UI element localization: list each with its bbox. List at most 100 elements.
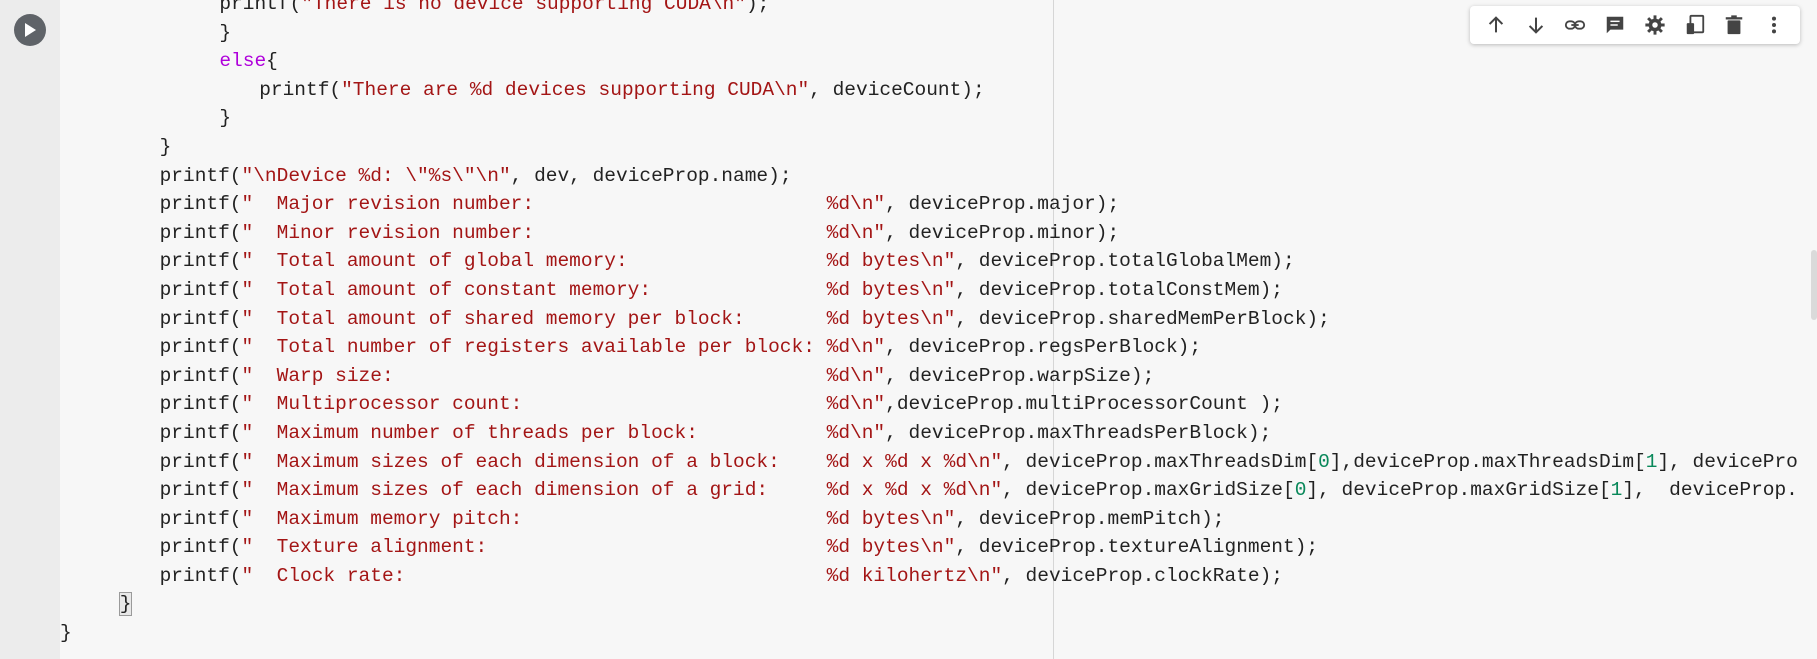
run-cell-button[interactable] [14,14,46,46]
code-line[interactable]: printf(" Maximum sizes of each dimension… [60,476,1798,505]
more-button[interactable] [1757,8,1791,42]
cell-gutter [0,0,60,659]
mirror-cell-icon [1686,14,1704,35]
code-token-plain: , deviceProp.textureAlignment); [955,536,1319,559]
code-token-plain: ],deviceProp.maxThreadsDim[ [1329,450,1646,473]
code-token-plain: , deviceProp.warpSize); [885,364,1155,387]
comment-icon [1606,16,1624,34]
code-token-plain: printf( [219,0,302,15]
link-button[interactable] [1558,8,1592,42]
code-line[interactable]: printf(" Total number of registers avail… [60,333,1798,362]
code-token-plain: printf( [159,393,242,416]
code-token-plain: printf( [159,450,242,473]
scrollbar[interactable] [1811,250,1817,320]
code-token-str: " Total number of registers available pe… [241,336,886,359]
code-token-plain: printf( [159,250,242,273]
code-token-plain: , deviceProp.maxThreadsDim[ [1002,450,1319,473]
code-token-plain: printf( [159,278,242,301]
code-line[interactable]: printf(" Multiprocessor count: %d\n",dev… [60,390,1798,419]
code-token-str: " Maximum memory pitch: %d bytes\n" [241,507,956,530]
code-token-num: 0 [1318,450,1330,473]
code-token-str: "There is no device supporting CUDA\n" [301,0,746,15]
code-token-plain: printf( [159,164,242,187]
code-token-num: 1 [1610,479,1623,502]
code-token-plain: ); [745,0,770,15]
code-token-plain: , deviceProp.maxThreadsPerBlock); [885,421,1272,444]
code-line[interactable]: printf(" Major revision number: %d\n", d… [60,190,1798,219]
code-token-plain: , deviceProp.regsPerBlock); [885,336,1202,359]
code-line[interactable]: printf("There are %d devices supporting … [60,76,1798,105]
move-up-button[interactable] [1479,8,1513,42]
code-token-num: 0 [1294,479,1307,502]
code-line[interactable]: else{ [60,47,1798,76]
code-token-plain: printf( [159,564,242,587]
code-token-str: " Texture alignment: %d bytes\n" [241,536,956,559]
code-token-plain: , deviceProp.totalGlobalMem); [955,250,1295,273]
code-line[interactable]: printf(" Total amount of constant memory… [60,276,1798,305]
code-token-plain: printf( [159,193,242,216]
code-token-str: " Minor revision number: %d\n" [241,221,886,244]
code-line[interactable]: printf("\nDevice %d: \"%s\"\n", dev, dev… [60,162,1798,191]
link-icon [1565,20,1586,30]
code-line[interactable]: } [60,133,1798,162]
code-line[interactable]: printf(" Warp size: %d\n", deviceProp.wa… [60,362,1798,391]
comment-button[interactable] [1598,8,1632,42]
code-token-plain: printf( [159,336,242,359]
code-line[interactable]: } [60,590,1798,619]
code-content[interactable]: printf("There is no device supporting CU… [60,0,1798,648]
arrow-down-icon [1528,17,1543,34]
code-token-plain: ], deviceProp.maxGridSize[ [1306,479,1611,502]
play-icon [25,23,36,37]
code-token-plain: } [60,622,72,645]
code-line[interactable]: } [60,104,1798,133]
code-line[interactable]: printf(" Texture alignment: %d bytes\n",… [60,533,1798,562]
code-token-str: " Major revision number: %d\n" [241,193,886,216]
code-token-str: " Maximum number of threads per block: %… [241,421,886,444]
code-token-plain: , deviceProp.memPitch); [955,507,1225,530]
code-token-plain: , deviceProp.major); [885,193,1120,216]
settings-button[interactable] [1638,8,1672,42]
code-token-plain: ,deviceProp.multiProcessorCount ); [885,393,1283,416]
code-token-plain: ], deviceProp. [1622,479,1798,502]
code-token-plain: , deviceCount); [809,78,985,101]
code-token-str: "There are %d devices supporting CUDA\n" [341,78,810,101]
code-editor[interactable]: printf("There is no device supporting CU… [60,0,1817,659]
code-token-brace: } [118,592,133,617]
code-line[interactable]: printf(" Maximum number of threads per b… [60,419,1798,448]
code-line[interactable]: printf(" Total amount of shared memory p… [60,305,1798,334]
code-token-str: " Maximum sizes of each dimension of a g… [241,479,1003,502]
mirror-button[interactable] [1678,8,1712,42]
arrow-up-icon [1488,16,1504,33]
code-line[interactable]: printf(" Total amount of global memory: … [60,247,1798,276]
code-token-plain: printf( [159,421,242,444]
code-token-str: " Total amount of global memory: %d byte… [241,250,956,273]
code-token-num: 1 [1645,450,1658,473]
code-line[interactable]: printf(" Maximum sizes of each dimension… [60,448,1798,477]
code-token-plain: printf( [159,221,242,244]
code-token-plain: , deviceProp.minor); [885,221,1120,244]
code-token-plain: , deviceProp.maxGridSize[ [1002,479,1295,502]
code-token-plain: , dev, deviceProp.name); [510,164,792,187]
move-down-button[interactable] [1519,8,1553,42]
code-token-str: "\nDevice %d: \"%s\"\n" [241,164,511,187]
code-line[interactable]: printf(" Maximum memory pitch: %d bytes\… [60,505,1798,534]
code-line[interactable]: } [60,619,1798,648]
gear-icon [1645,15,1665,35]
code-token-plain: ], devicePro [1657,450,1798,473]
code-token-plain: printf( [159,364,242,387]
code-token-str: " Clock rate: %d kilohertz\n" [241,564,1003,587]
code-token-str: " Total amount of constant memory: %d by… [241,278,956,301]
code-token-str: " Warp size: %d\n" [241,364,886,387]
delete-button[interactable] [1717,8,1751,42]
code-token-str: " Total amount of shared memory per bloc… [241,307,956,330]
code-token-plain: printf( [159,307,242,330]
code-token-plain: printf( [159,507,242,530]
code-token-plain: , deviceProp.clockRate); [1002,564,1283,587]
code-token-plain: { [266,50,278,73]
code-token-plain: } [219,21,232,44]
code-line[interactable]: printf(" Clock rate: %d kilohertz\n", de… [60,562,1798,591]
code-line[interactable]: printf(" Minor revision number: %d\n", d… [60,219,1798,248]
code-token-plain: printf( [159,479,242,502]
trash-icon [1726,15,1743,35]
code-token-plain: } [219,107,232,130]
